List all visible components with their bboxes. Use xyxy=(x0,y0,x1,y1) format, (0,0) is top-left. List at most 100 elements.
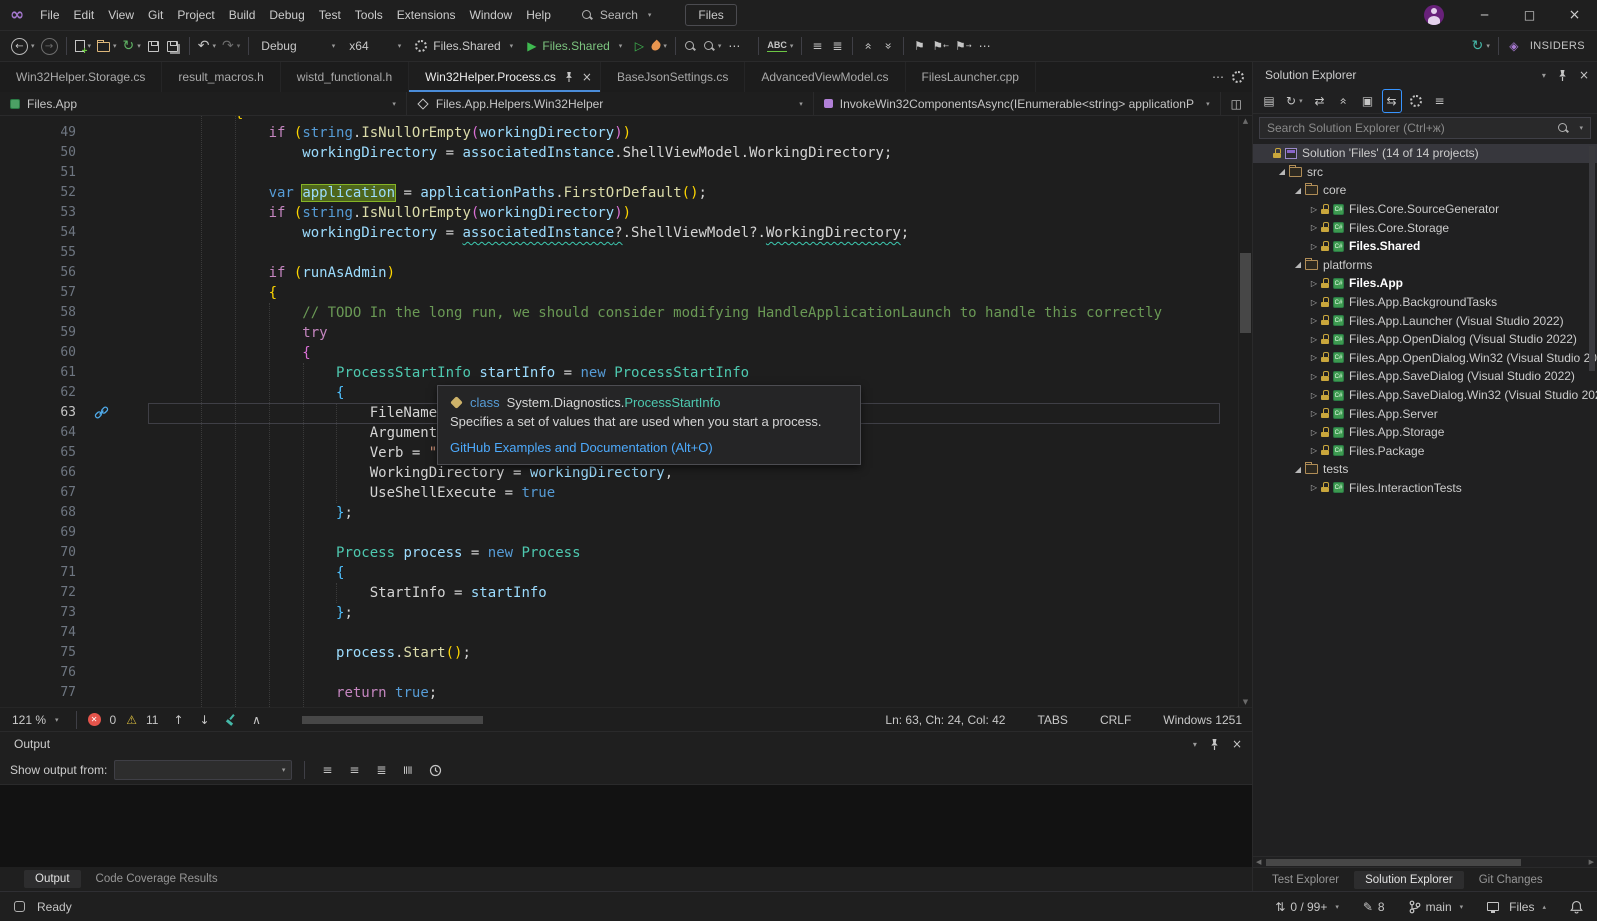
pin-icon[interactable] xyxy=(1557,69,1568,82)
start-without-debugging-button[interactable]: ▷ xyxy=(629,34,649,58)
restore-solution-button[interactable]: ↻ ▾ xyxy=(120,34,144,58)
encoding-mode[interactable]: Windows 1251 xyxy=(1163,713,1242,727)
menu-edit[interactable]: Edit xyxy=(67,4,102,26)
warning-count[interactable]: 11 xyxy=(146,713,158,727)
collapse-arrow-icon[interactable]: ◢ xyxy=(1291,260,1305,269)
next-message-button[interactable]: ≡ xyxy=(344,758,364,782)
notifications-button[interactable] xyxy=(1570,900,1583,914)
menu-window[interactable]: Window xyxy=(463,4,520,26)
menu-tools[interactable]: Tools xyxy=(348,4,390,26)
menu-test[interactable]: Test xyxy=(312,4,348,26)
account-avatar[interactable] xyxy=(1424,5,1444,25)
save-all-button[interactable] xyxy=(164,34,184,58)
editor-horizontal-scrollbar[interactable] xyxy=(284,714,867,726)
panel-tab-Code Coverage Results[interactable]: Code Coverage Results xyxy=(85,870,229,888)
error-count[interactable]: 0 xyxy=(110,713,117,727)
run-target-button[interactable]: Files ▴ xyxy=(1487,900,1546,914)
git-branch-button[interactable]: main ▾ xyxy=(1409,900,1463,914)
undo-button[interactable]: ↶ ▾ xyxy=(195,34,219,58)
next-issue-button[interactable]: ↓ xyxy=(194,708,214,732)
tree-vertical-scrollbar[interactable] xyxy=(1587,142,1597,856)
tree-item-Files.Shared[interactable]: ▷ Files.Shared xyxy=(1253,237,1597,256)
warning-icon[interactable]: ⚠ xyxy=(126,713,137,727)
tree-horizontal-scrollbar[interactable]: ◀ ▶ xyxy=(1253,856,1597,867)
toggle-whitespace-button[interactable]: ≡ xyxy=(807,34,827,58)
code-line-75[interactable]: 75 process.Start(); xyxy=(0,643,1238,663)
menu-git[interactable]: Git xyxy=(141,4,170,26)
code-line-74[interactable]: 74 xyxy=(0,623,1238,643)
menu-extensions[interactable]: Extensions xyxy=(390,4,463,26)
line-ending-mode[interactable]: CRLF xyxy=(1100,713,1131,727)
open-file-button[interactable]: ▾ xyxy=(94,34,120,58)
bookmarks-overflow-button[interactable]: ⋯ xyxy=(975,34,995,58)
save-button[interactable] xyxy=(144,34,164,58)
window-position-icon[interactable]: ▾ xyxy=(1542,71,1546,80)
tab-result_macros.h[interactable]: result_macros.h xyxy=(162,62,281,92)
code-line-52[interactable]: 52 var application = applicationPaths.Fi… xyxy=(0,183,1238,203)
close-icon[interactable]: × xyxy=(1579,68,1589,82)
toolbar-overflow-button[interactable]: ⋯ xyxy=(724,34,744,58)
code-cleanup-button[interactable] xyxy=(220,708,240,732)
sync-with-active-document-button[interactable]: ⇆ xyxy=(1381,88,1402,113)
scrollbar-thumb[interactable] xyxy=(301,715,483,724)
panel-tab-Test Explorer[interactable]: Test Explorer xyxy=(1261,871,1350,889)
collapse-all-button[interactable]: « xyxy=(1334,89,1354,113)
code-line-61[interactable]: 61 ProcessStartInfo startInfo = new Proc… xyxy=(0,363,1238,383)
menu-help[interactable]: Help xyxy=(519,4,558,26)
tree-item-Files.App.OpenDialog (Visual Studio 2022)[interactable]: ▷ Files.App.OpenDialog (Visual Studio 202… xyxy=(1253,330,1597,349)
breadcrumb-segment[interactable]: InvokeWin32ComponentsAsync(IEnumerable<s… xyxy=(814,92,1221,115)
tree-item-Files.InteractionTests[interactable]: ▷ Files.InteractionTests xyxy=(1253,479,1597,498)
scrollbar-thumb[interactable] xyxy=(1240,253,1251,333)
expand-arrow-icon[interactable]: ▷ xyxy=(1307,298,1321,307)
navigate-forward-button[interactable]: → xyxy=(38,34,61,58)
scroll-right-icon[interactable]: ▶ xyxy=(1589,858,1594,866)
send-feedback-button[interactable]: ◈ xyxy=(1504,34,1524,58)
scroll-left-icon[interactable]: ◀ xyxy=(1256,858,1261,866)
word-wrap-output-button[interactable]: ≣ xyxy=(398,758,418,782)
tree-item-Files.App.SaveDialog (Visual Studio 2022)[interactable]: ▷ Files.App.SaveDialog (Visual Studio 202… xyxy=(1253,367,1597,386)
solution-name-chip[interactable]: Files xyxy=(685,4,737,26)
expand-arrow-icon[interactable]: ▷ xyxy=(1307,353,1321,362)
new-editorconfig-button[interactable] xyxy=(1406,89,1426,113)
refresh-button[interactable]: ↻ ▾ xyxy=(1283,89,1306,113)
expand-arrow-icon[interactable]: ▷ xyxy=(1307,372,1321,381)
code-line-71[interactable]: 71 { xyxy=(0,563,1238,583)
tab-BaseJsonSettings.cs[interactable]: BaseJsonSettings.cs xyxy=(601,62,746,92)
collapse-arrow-icon[interactable]: ◢ xyxy=(1275,167,1289,176)
code-line-67[interactable]: 67 UseShellExecute = true xyxy=(0,483,1238,503)
scroll-down-icon[interactable]: ▼ xyxy=(1239,698,1252,706)
caret-position[interactable]: Ln: 63, Ch: 24, Col: 42 xyxy=(885,713,1005,727)
editor-vertical-scrollbar[interactable]: ▲ ▼ xyxy=(1238,116,1252,707)
expand-arrow-icon[interactable]: ▷ xyxy=(1307,223,1321,232)
maximize-button[interactable]: □ xyxy=(1507,0,1552,30)
redo-button[interactable]: ↷ ▾ xyxy=(219,34,243,58)
panel-tab-Output[interactable]: Output xyxy=(24,870,81,888)
hot-reload-button[interactable]: ▾ xyxy=(649,34,670,58)
expand-arrow-icon[interactable]: ▷ xyxy=(1307,409,1321,418)
solution-search-input[interactable]: Search Solution Explorer (Ctrl+ж) ▾ xyxy=(1259,117,1591,139)
properties-button[interactable]: ≡ xyxy=(1430,89,1450,113)
toggle-bookmark-button[interactable]: ⚑ xyxy=(909,34,929,58)
close-button[interactable]: × xyxy=(1552,0,1597,30)
output-source-dropdown[interactable]: ▾ xyxy=(114,760,293,780)
word-wrap-button[interactable]: ≣ xyxy=(827,34,847,58)
minimize-button[interactable]: ─ xyxy=(1462,0,1507,30)
code-line-77[interactable]: 77 return true; xyxy=(0,683,1238,703)
git-sync-button[interactable]: ⇅ 0 / 99+ ▾ xyxy=(1275,900,1339,914)
scroll-up-icon[interactable]: ▲ xyxy=(1239,117,1252,125)
output-content[interactable] xyxy=(0,784,1252,867)
navigate-back-button[interactable]: ← ▾ xyxy=(8,34,38,58)
show-all-files-button[interactable]: ▣ xyxy=(1358,89,1378,113)
tab-Win32Helper.Process.cs[interactable]: Win32Helper.Process.cs × xyxy=(409,62,601,92)
scrollbar-thumb[interactable] xyxy=(1589,146,1595,371)
tab-Win32Helper.Storage.cs[interactable]: Win32Helper.Storage.cs xyxy=(0,62,163,92)
indent-decrease-button[interactable]: « xyxy=(858,34,878,58)
code-line-72[interactable]: 72 StartInfo = startInfo xyxy=(0,583,1238,603)
code-line-66[interactable]: 66 WorkingDirectory = workingDirectory, xyxy=(0,463,1238,483)
code-line-50[interactable]: 50 workingDirectory = associatedInstance… xyxy=(0,143,1238,163)
code-line-68[interactable]: 68 }; xyxy=(0,503,1238,523)
code-line-59[interactable]: 59 try xyxy=(0,323,1238,343)
previous-bookmark-button[interactable]: ⚑ ← xyxy=(929,34,952,58)
code-line-49[interactable]: 49 if (string.IsNullOrEmpty(workingDirec… xyxy=(0,123,1238,143)
code-line-57[interactable]: 57 { xyxy=(0,283,1238,303)
